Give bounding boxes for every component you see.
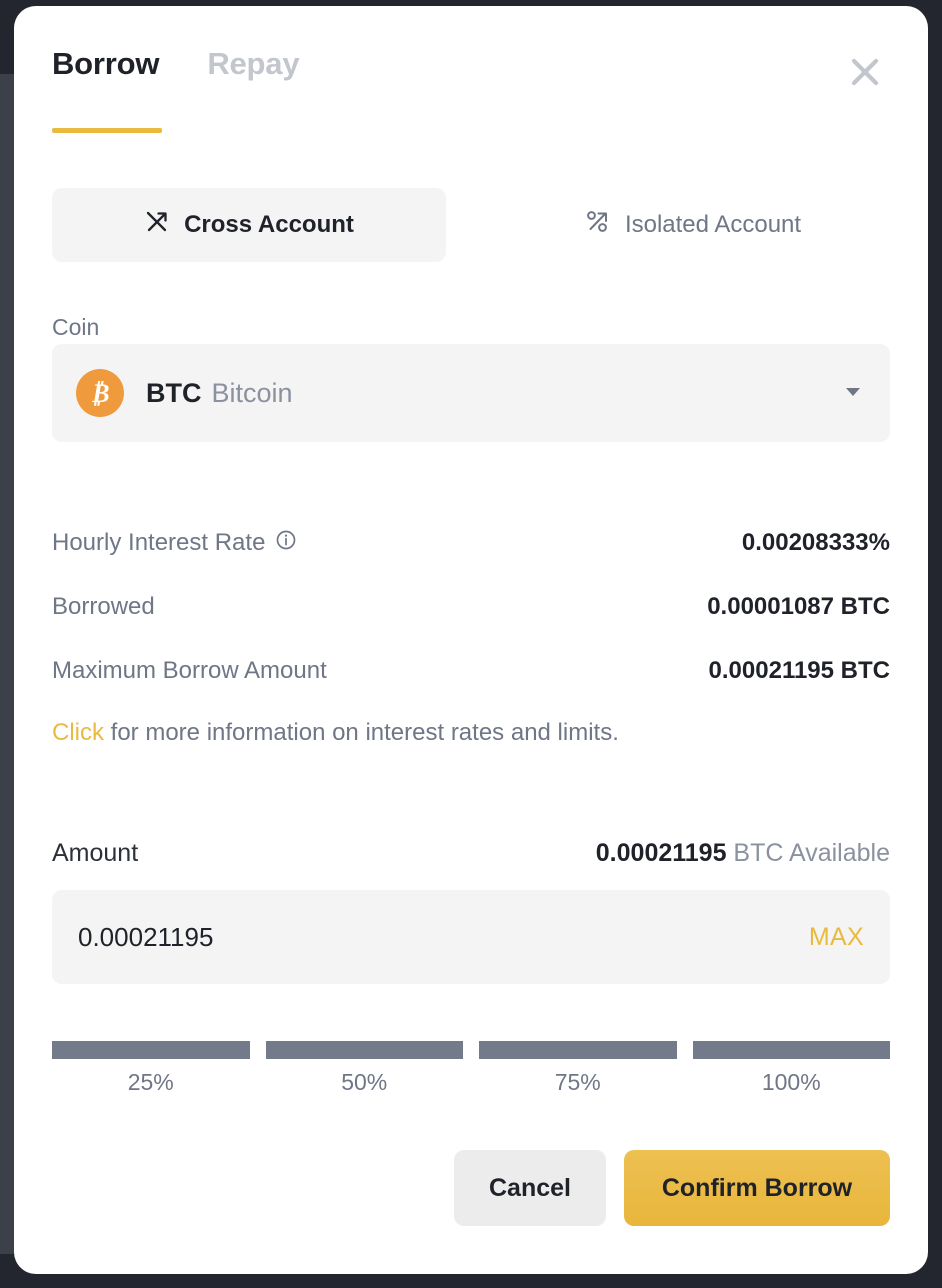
cancel-button[interactable]: Cancel [454,1150,606,1226]
max-button[interactable]: MAX [809,923,864,952]
cross-arrows-icon [144,209,170,242]
amount-available: 0.00021195 BTC Available [596,839,890,868]
backdrop-side-strip [0,74,14,1254]
info-row-maximum-borrow-amount: Maximum Borrow Amount 0.00021195 BTC [52,639,890,703]
info-value: 0.00021195 BTC [708,657,890,684]
info-row-borrowed: Borrowed 0.00001087 BTC [52,575,890,639]
loan-info-list: Hourly Interest Rate 0.00208333% Borrowe… [52,511,890,703]
percent-step-label: 50% [341,1069,388,1095]
amount-label: Amount [52,839,139,867]
tab-repay[interactable]: Repay [207,46,299,86]
percent-step-25[interactable]: 25% [52,1041,250,1096]
percent-step-bar [479,1041,677,1059]
interest-info-note-text: for more information on interest rates a… [104,719,619,746]
info-key-label: Hourly Interest Rate [52,529,266,556]
chevron-down-icon [842,381,864,406]
close-icon [848,55,882,92]
percent-step-label: 25% [127,1069,174,1095]
info-key: Hourly Interest Rate [52,529,297,558]
info-value: 0.00208333% [741,529,890,556]
percent-step-label: 100% [761,1069,821,1095]
account-mode-cross-label: Cross Account [184,211,354,238]
bitcoin-icon: ₿ [76,369,124,417]
info-row-hourly-interest-rate: Hourly Interest Rate 0.00208333% [52,511,890,575]
info-value: 0.00001087 BTC [707,593,890,620]
percent-step-75[interactable]: 75% [479,1041,677,1096]
account-mode-isolated[interactable]: Isolated Account [496,188,890,262]
account-mode-cross[interactable]: Cross Account [52,188,446,262]
coin-selector[interactable]: ₿ BTC Bitcoin [52,344,890,442]
interest-info-link[interactable]: Click [52,719,104,746]
tab-borrow[interactable]: Borrow [52,46,160,86]
coin-field-label: Coin [52,314,100,340]
percent-step-bar [265,1041,463,1059]
amount-input[interactable] [78,921,809,953]
info-icon[interactable] [275,529,297,558]
svg-text:₿: ₿ [90,379,109,408]
percent-step-label: 75% [554,1069,601,1095]
confirm-borrow-button[interactable]: Confirm Borrow [624,1150,890,1226]
percent-step-bar [692,1041,890,1059]
amount-header: Amount 0.00021195 BTC Available [52,839,890,868]
modal-footer: Cancel Confirm Borrow [52,1150,890,1226]
active-tab-underline [52,128,162,133]
coin-symbol: BTC [146,377,202,408]
percent-step-50[interactable]: 50% [265,1041,463,1096]
amount-available-value: 0.00021195 [595,839,727,867]
percent-step-100[interactable]: 100% [692,1041,890,1096]
amount-input-container: MAX [52,890,890,984]
percent-step-bar [52,1041,250,1059]
info-key-label: Maximum Borrow Amount [52,657,327,684]
interest-info-note: Click for more information on interest r… [52,719,619,747]
coin-name: Bitcoin [211,377,293,408]
close-button[interactable] [844,52,886,94]
account-mode-isolated-label: Isolated Account [624,211,802,238]
borrow-modal: Borrow Repay Cross Account Isolated Acco… [14,6,928,1274]
modal-tab-bar: Borrow Repay [52,46,300,86]
account-mode-toggle: Cross Account Isolated Account [52,188,890,262]
percent-arrow-icon [585,209,611,242]
percent-step-slider: 25% 50% 75% 100% [52,1041,890,1096]
info-key-label: Borrowed [52,593,155,620]
amount-available-suffix: BTC Available [726,839,890,867]
